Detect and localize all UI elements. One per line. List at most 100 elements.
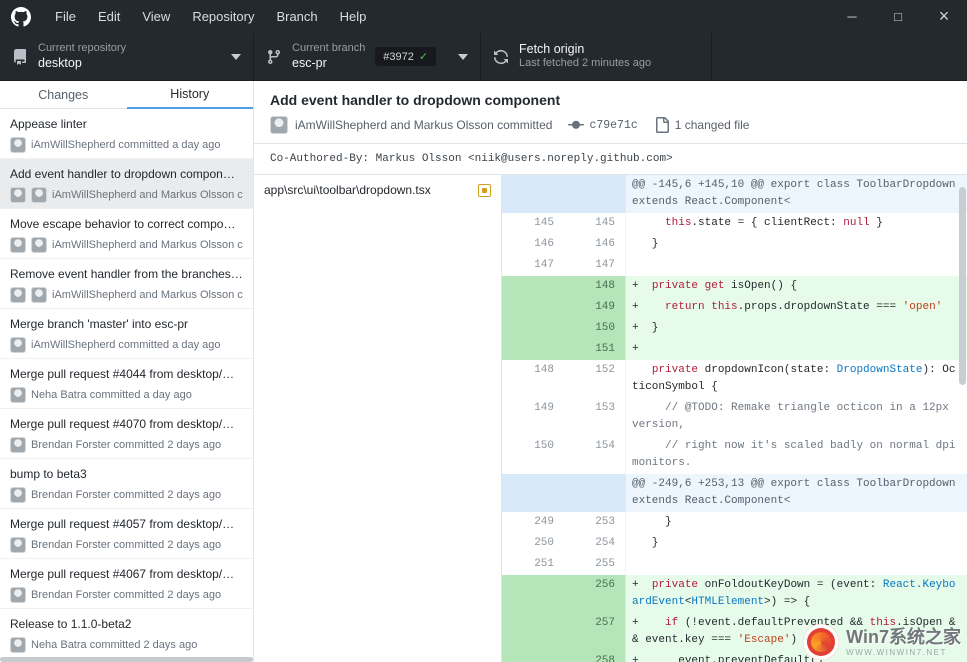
avatar xyxy=(31,287,47,303)
old-line-number: 149 xyxy=(502,398,564,436)
avatar xyxy=(10,437,26,453)
repository-name: desktop xyxy=(38,56,126,72)
avatar xyxy=(10,137,26,153)
diff-line: 145145 this.state = { clientRect: null } xyxy=(502,213,967,234)
file-icon xyxy=(654,117,670,133)
repo-icon xyxy=(12,49,28,65)
history-item[interactable]: Merge pull request #4044 from desktop/…N… xyxy=(0,359,253,409)
diff-line: 257+ if (!event.defaultPrevented && this… xyxy=(502,613,967,651)
avatar xyxy=(31,187,47,203)
history-item[interactable]: Add event handler to dropdown compon…iAm… xyxy=(0,159,253,209)
history-commit-title: bump to beta3 xyxy=(10,467,243,481)
code-line: + if (!event.defaultPrevented && this.is… xyxy=(625,613,967,651)
maximize-button[interactable]: □ xyxy=(875,0,921,33)
history-commit-meta: Neha Batra committed a day ago xyxy=(10,387,243,403)
menu-file[interactable]: File xyxy=(44,0,87,33)
history-commit-meta: Brendan Forster committed 2 days ago xyxy=(10,537,243,553)
changed-file-list: app\src\ui\toolbar\dropdown.tsx xyxy=(254,175,502,662)
avatar xyxy=(10,537,26,553)
code-line: // right now it's scaled badly on normal… xyxy=(625,436,967,474)
new-line-number: 151 xyxy=(564,339,625,360)
history-item[interactable]: Move escape behavior to correct compo…iA… xyxy=(0,209,253,259)
history-item[interactable]: Appease linteriAmWillShepherd committed … xyxy=(0,109,253,159)
old-line-number: 150 xyxy=(502,436,564,474)
pr-number: #3972 xyxy=(383,51,414,63)
menu-help[interactable]: Help xyxy=(329,0,378,33)
history-commit-title: Merge branch 'master' into esc-pr xyxy=(10,317,243,331)
history-item[interactable]: bump to beta3 Brendan Forster committed 2… xyxy=(0,459,253,509)
history-scrollbar[interactable] xyxy=(0,657,253,662)
branch-selector[interactable]: Current branch esc-pr #3972 ✓ xyxy=(254,33,481,80)
code-line: @@ -145,6 +145,10 @@ export class Toolba… xyxy=(625,175,967,213)
code-line xyxy=(625,554,967,575)
old-line-number xyxy=(502,175,564,213)
code-line xyxy=(625,255,967,276)
commit-byline: iAmWillShepherd and Markus Olsson commit… xyxy=(295,118,552,132)
file-row[interactable]: app\src\ui\toolbar\dropdown.tsx xyxy=(254,175,501,205)
history-item[interactable]: Release to 1.1.0-beta2 Neha Batra committ… xyxy=(0,609,253,659)
avatar xyxy=(10,487,26,503)
history-item[interactable]: Merge pull request #4057 from desktop/… B… xyxy=(0,509,253,559)
new-line-number: 255 xyxy=(564,554,625,575)
window-controls: ─ □ × xyxy=(829,0,967,33)
code-line: @@ -249,6 +253,13 @@ export class Toolba… xyxy=(625,474,967,512)
close-button[interactable]: × xyxy=(921,0,967,33)
avatar xyxy=(10,187,26,203)
sync-icon xyxy=(493,49,509,65)
menu-bar: FileEditViewRepositoryBranchHelp xyxy=(44,0,377,33)
minimize-button[interactable]: ─ xyxy=(829,0,875,33)
history-commit-title: Release to 1.1.0-beta2 xyxy=(10,617,243,631)
modified-status-icon xyxy=(478,184,491,197)
new-line-number: 152 xyxy=(564,360,625,398)
history-commit-meta: Neha Batra committed 2 days ago xyxy=(10,637,243,653)
sidebar-tabs: Changes History xyxy=(0,81,253,109)
avatar xyxy=(10,587,26,603)
new-line-number xyxy=(564,474,625,512)
diff-line: 249253 } xyxy=(502,512,967,533)
pr-status-badge: #3972 ✓ xyxy=(375,47,436,66)
tab-history[interactable]: History xyxy=(127,81,254,109)
code-line: + } xyxy=(625,318,967,339)
old-line-number: 148 xyxy=(502,360,564,398)
avatar xyxy=(10,637,26,653)
diff-scrollbar-thumb[interactable] xyxy=(959,187,966,385)
history-commit-meta: iAmWillShepherd and Markus Olsson co… xyxy=(10,237,243,253)
avatar xyxy=(10,337,26,353)
code-line: + private onFoldoutKeyDown = (event: Rea… xyxy=(625,575,967,613)
history-commit-meta: Brendan Forster committed 2 days ago xyxy=(10,487,243,503)
history-item[interactable]: Merge branch 'master' into esc-priAmWill… xyxy=(0,309,253,359)
branch-name: esc-pr xyxy=(292,56,365,72)
repository-selector[interactable]: Current repository desktop xyxy=(0,33,254,80)
commit-detail-pane: Add event handler to dropdown component … xyxy=(254,81,967,662)
code-line: + event.preventDefault() xyxy=(625,651,967,662)
menu-branch[interactable]: Branch xyxy=(265,0,328,33)
code-line: this.state = { clientRect: null } xyxy=(625,213,967,234)
menu-view[interactable]: View xyxy=(131,0,181,33)
history-item[interactable]: Remove event handler from the branches…i… xyxy=(0,259,253,309)
history-commit-title: Merge pull request #4057 from desktop/… xyxy=(10,517,243,531)
new-line-number: 253 xyxy=(564,512,625,533)
diff-line: 149153 // @TODO: Remake triangle octicon… xyxy=(502,398,967,436)
avatar xyxy=(10,237,26,253)
menu-edit[interactable]: Edit xyxy=(87,0,131,33)
diff-line: 151+ xyxy=(502,339,967,360)
new-line-number: 256 xyxy=(564,575,625,613)
history-commit-meta: iAmWillShepherd and Markus Olsson co… xyxy=(10,287,243,303)
new-line-number: 150 xyxy=(564,318,625,339)
branch-label: Current branch xyxy=(292,42,365,56)
chevron-down-icon xyxy=(231,54,241,60)
menu-repository[interactable]: Repository xyxy=(181,0,265,33)
fetch-origin-button[interactable]: Fetch origin Last fetched 2 minutes ago xyxy=(481,33,712,80)
old-line-number xyxy=(502,318,564,339)
history-item[interactable]: Merge pull request #4067 from desktop/…B… xyxy=(0,559,253,609)
tab-changes[interactable]: Changes xyxy=(0,81,127,109)
history-item[interactable]: Merge pull request #4070 from desktop/…B… xyxy=(0,409,253,459)
github-logo-icon xyxy=(11,7,31,27)
old-line-number: 147 xyxy=(502,255,564,276)
diff-line: 146146 } xyxy=(502,234,967,255)
new-line-number: 254 xyxy=(564,533,625,554)
diff-line: 148152 private dropdownIcon(state: Dropd… xyxy=(502,360,967,398)
git-branch-icon xyxy=(266,49,282,65)
fetch-title: Fetch origin xyxy=(519,42,651,58)
history-commit-title: Add event handler to dropdown compon… xyxy=(10,167,243,181)
